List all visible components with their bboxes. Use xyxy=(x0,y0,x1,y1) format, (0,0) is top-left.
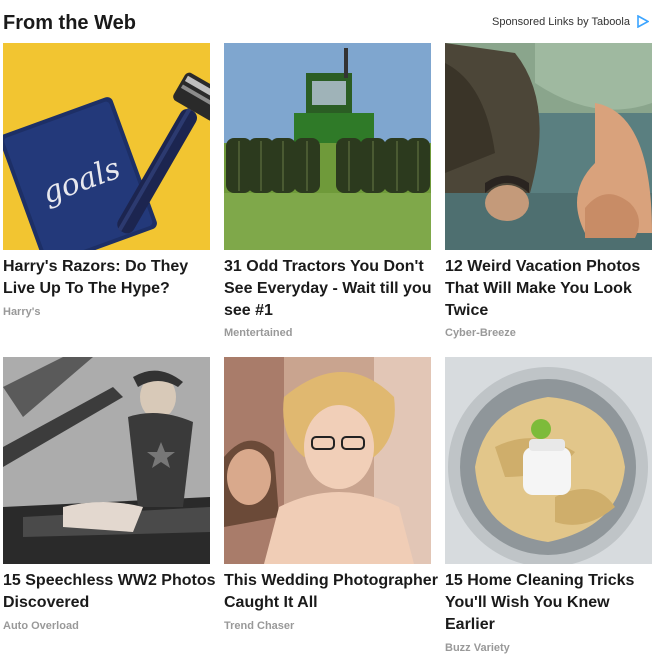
card-headline[interactable]: 12 Weird Vacation Photos That Will Make … xyxy=(445,256,657,322)
sponsored-text[interactable]: Sponsored Links by Taboola xyxy=(492,16,630,28)
card-thumbnail-tractor[interactable] xyxy=(224,43,431,250)
recommendation-card-wedding[interactable]: This Wedding Photographer Caught It All … xyxy=(224,357,438,637)
card-thumbnail-cleaning[interactable] xyxy=(445,357,652,564)
taboola-logo-icon[interactable] xyxy=(636,14,650,29)
sponsored-links-label[interactable]: Sponsored Links by Taboola xyxy=(492,14,650,29)
card-headline[interactable]: This Wedding Photographer Caught It All xyxy=(224,570,439,614)
widget-header: From the Web Sponsored Links by Taboola xyxy=(0,0,657,40)
card-source[interactable]: Trend Chaser xyxy=(224,620,294,632)
recommendation-card-tractors[interactable]: 31 Odd Tractors You Don't See Everyday -… xyxy=(224,43,431,343)
card-headline[interactable]: Harry's Razors: Do They Live Up To The H… xyxy=(3,256,218,300)
widget-title: From the Web xyxy=(3,12,136,34)
card-headline[interactable]: 15 Speechless WW2 Photos Discovered xyxy=(3,570,218,614)
card-source[interactable]: Auto Overload xyxy=(3,620,79,632)
recommendation-card-razors[interactable]: goals Harry's Razors: Do They Live Up To… xyxy=(3,43,210,323)
card-thumbnail-wedding[interactable] xyxy=(224,357,431,564)
card-thumbnail-ww2[interactable] xyxy=(3,357,210,564)
card-source[interactable]: Harry's xyxy=(3,306,40,318)
card-headline[interactable]: 31 Odd Tractors You Don't See Everyday -… xyxy=(224,256,439,322)
recommendation-card-ww2[interactable]: 15 Speechless WW2 Photos Discovered Auto… xyxy=(3,357,216,637)
card-headline[interactable]: 15 Home Cleaning Tricks You'll Wish You … xyxy=(445,570,657,636)
card-thumbnail-vacation[interactable] xyxy=(445,43,652,250)
card-source[interactable]: Buzz Variety xyxy=(445,642,510,654)
card-thumbnail-razor[interactable]: goals xyxy=(3,43,210,250)
card-source[interactable]: Cyber-Breeze xyxy=(445,327,516,339)
card-source[interactable]: Mentertained xyxy=(224,327,292,339)
recommendation-card-vacation[interactable]: 12 Weird Vacation Photos That Will Make … xyxy=(445,43,652,343)
recommendation-card-cleaning[interactable]: 15 Home Cleaning Tricks You'll Wish You … xyxy=(445,357,652,657)
